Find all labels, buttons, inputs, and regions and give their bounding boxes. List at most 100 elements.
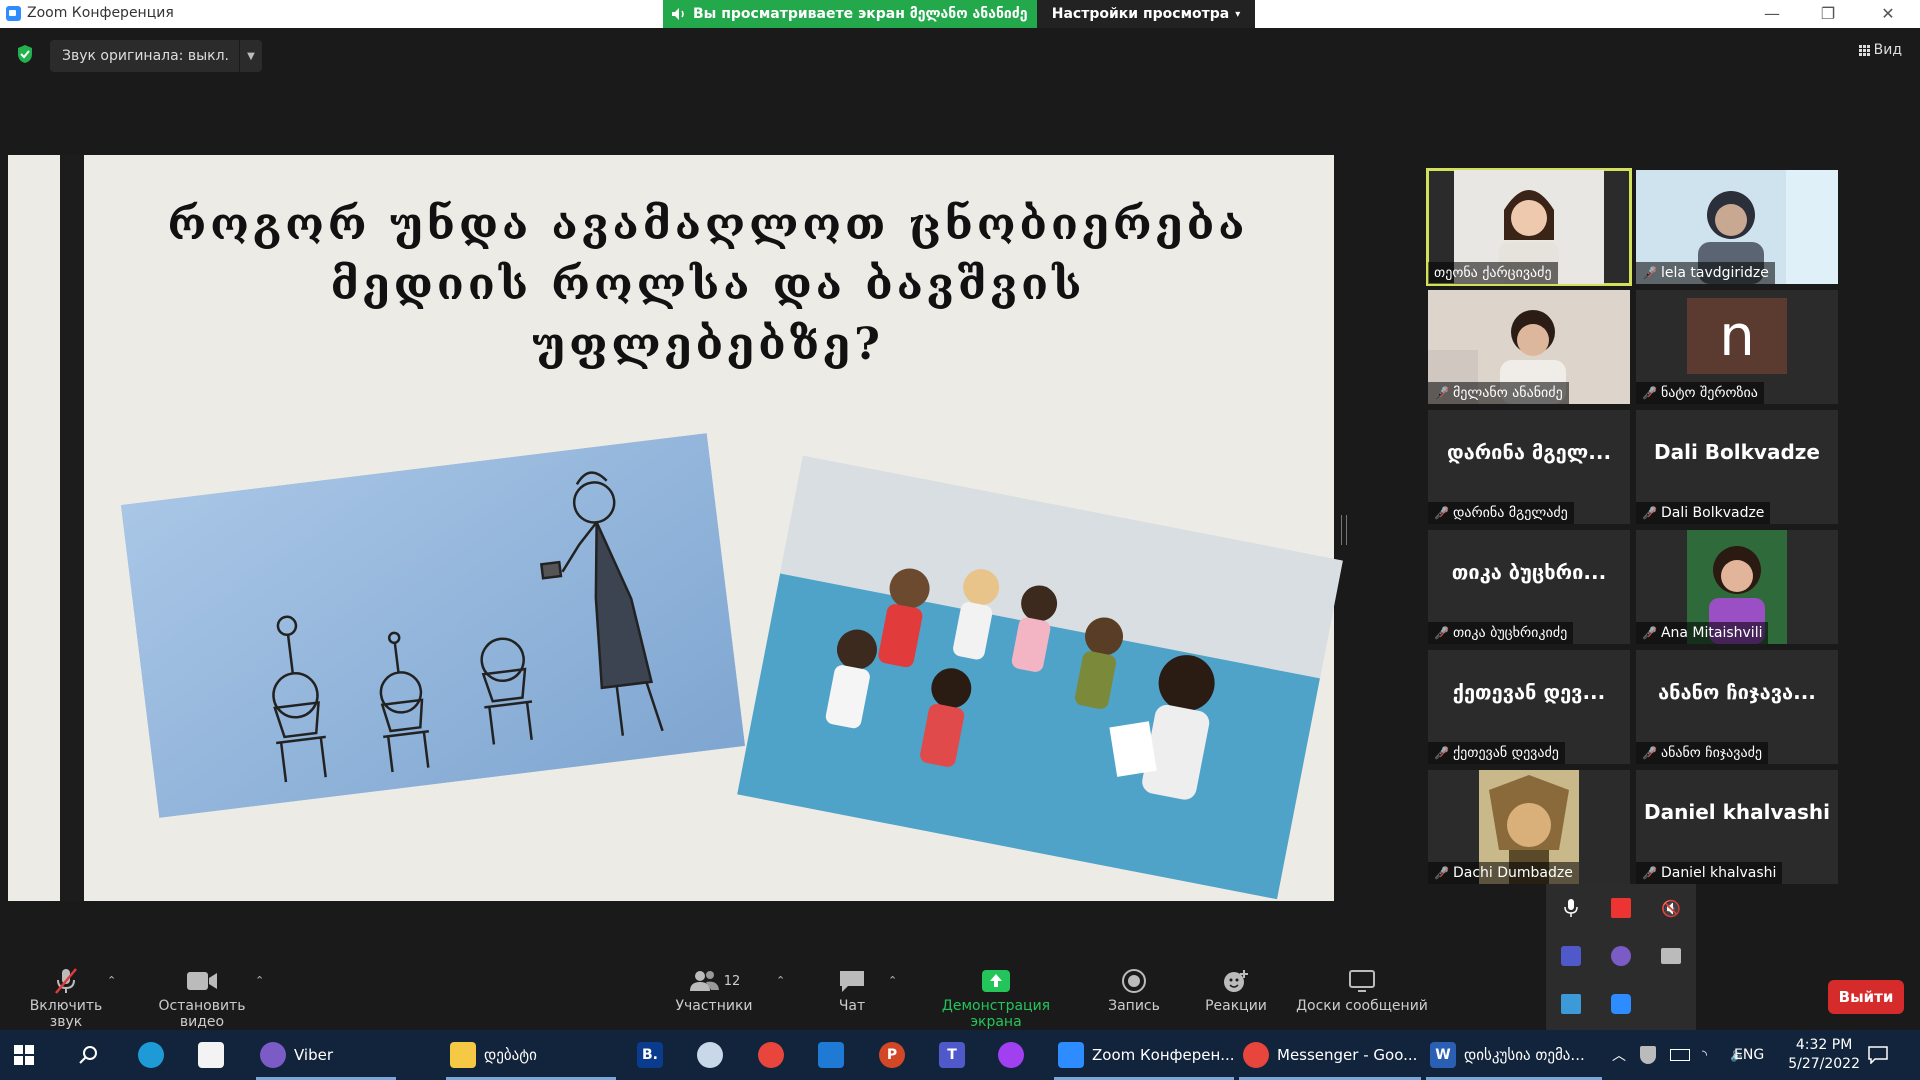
zoom-tray-icon[interactable] (1596, 980, 1646, 1028)
participant-name: თეონა ქარცივაძე (1428, 262, 1558, 284)
teams-tray-icon[interactable] (1546, 932, 1596, 980)
title-bar: Zoom Конференция Вы просматриваете экран… (0, 0, 1920, 28)
participant-tile[interactable]: თიკა ბუცხრი... 🎤̸ თიკა ბუცხრიკიძე (1428, 530, 1630, 644)
word-icon: W (1430, 1042, 1456, 1068)
powerpoint-button[interactable]: P (879, 1030, 905, 1080)
reactions-icon (1224, 970, 1248, 992)
chevron-up-icon[interactable]: ⌃ (255, 974, 264, 987)
slide-decor-bar (70, 155, 84, 901)
chevron-up-icon[interactable]: ⌃ (776, 974, 785, 987)
microphone-icon[interactable] (1546, 884, 1596, 932)
participant-name: 🎤̸ lela tavdgiridze (1636, 262, 1775, 284)
chat-icon (840, 971, 864, 992)
video-camera-icon (187, 972, 217, 990)
unmute-button[interactable]: Включить звук (12, 964, 120, 1030)
participant-tile[interactable]: 🎤̸ Dachi Dumbadze (1428, 770, 1630, 884)
tray-overflow-button[interactable]: ︿ (1612, 1030, 1626, 1080)
taskbar-viber-label: Viber (294, 1046, 334, 1064)
view-button[interactable]: Вид (1858, 42, 1902, 58)
participant-tile[interactable]: Daniel khalvashi 🎤̸ Daniel khalvashi (1636, 770, 1838, 884)
security-shield-icon[interactable] (16, 44, 34, 64)
record-button[interactable]: Запись (1102, 964, 1166, 1014)
mic-muted-icon: 🎤̸ (1642, 746, 1657, 760)
participants-count: 12 (723, 973, 741, 989)
participant-name: 🎤̸ ნატო შეროზია (1636, 382, 1764, 404)
participant-tile[interactable]: n 🎤̸ ნატო შეროზია (1636, 290, 1838, 404)
slide-title-line: როგორ უნდა ავამაღლოთ ცნობიერება (167, 199, 1249, 250)
windows-taskbar: Viber დებატი B. P T Zoom Конферен... Mes… (0, 1030, 1920, 1080)
security-tray-icon[interactable] (1640, 1030, 1656, 1080)
taskbar-chrome[interactable]: Messenger - Goo... (1235, 1030, 1425, 1080)
participant-tile[interactable]: დარინა მგელ... 🎤̸ დარინა მგელაძე (1428, 410, 1630, 524)
whiteboards-button[interactable]: Доски сообщений (1294, 964, 1430, 1014)
notifications-button[interactable] (1868, 1030, 1888, 1080)
snipping-tray-icon[interactable] (1646, 932, 1696, 980)
taskbar-zoom[interactable]: Zoom Конферен... (1050, 1030, 1238, 1080)
store-button[interactable] (198, 1030, 224, 1080)
participants-button[interactable]: 12 Участники (672, 964, 756, 1014)
window-title: Zoom Конференция (27, 5, 174, 21)
battery-icon[interactable] (1670, 1030, 1690, 1080)
participant-name: 🎤̸ Ana Mitaishvili (1636, 622, 1769, 644)
record-label: Запись (1108, 998, 1160, 1014)
panel-resize-handle[interactable] (1341, 515, 1347, 545)
participant-tile[interactable]: 🎤̸ მელანო ანანიძე (1428, 290, 1630, 404)
share-screen-button[interactable]: Демонстрация экрана (916, 964, 1076, 1030)
edge-button[interactable] (138, 1030, 164, 1080)
taskbar-word-label: დისკუსია თემა... (1464, 1046, 1585, 1064)
mic-muted-icon: 🎤̸ (1642, 506, 1657, 520)
taskbar-folder[interactable]: დებატი (442, 1030, 620, 1080)
language-indicator[interactable]: ENG (1734, 1030, 1764, 1080)
view-label: Вид (1873, 42, 1902, 58)
participant-tile[interactable]: თეონა ქარცივაძე (1426, 168, 1632, 286)
stop-video-button[interactable]: Остановить видео (137, 964, 267, 1030)
speaker-muted-icon[interactable]: 🔇 (1646, 884, 1696, 932)
viber-icon (260, 1042, 286, 1068)
taskbar-word[interactable]: W დისკუსია თემა... (1422, 1030, 1606, 1080)
chevron-up-icon[interactable]: ⌃ (888, 974, 897, 987)
participants-icon (689, 971, 719, 991)
mic-muted-icon: 🎤̸ (1642, 266, 1657, 280)
participant-tile[interactable]: ქეთევან დევ... 🎤̸ ქეთევან დევაძე (1428, 650, 1630, 764)
participant-name: 🎤̸ მელანო ანანიძე (1428, 382, 1569, 404)
participant-name: 🎤̸ Dachi Dumbadze (1428, 862, 1579, 884)
messenger-button[interactable] (998, 1030, 1024, 1080)
search-button[interactable] (78, 1030, 98, 1080)
wifi-icon[interactable]: ◝ (1702, 1030, 1707, 1080)
participant-tile[interactable]: 🎤̸ lela tavdgiridze (1636, 170, 1838, 284)
leave-button[interactable]: Выйти (1828, 980, 1904, 1014)
minimize-button[interactable]: — (1752, 4, 1792, 23)
system-tray-overflow: 🔇 (1546, 884, 1696, 1030)
chevron-up-icon[interactable]: ⌃ (107, 974, 116, 987)
participant-tile[interactable]: Dali Bolkvadze 🎤̸ Dali Bolkvadze (1636, 410, 1838, 524)
network-tray-icon[interactable] (1546, 980, 1596, 1028)
view-settings-button[interactable]: Настройки просмотра ▾ (1037, 0, 1255, 28)
teams-button[interactable]: T (939, 1030, 965, 1080)
slide-decor-bar (60, 155, 70, 901)
booking-button[interactable]: B. (637, 1030, 663, 1080)
participant-tile[interactable]: 🎤̸ Ana Mitaishvili (1636, 530, 1838, 644)
participant-name: 🎤̸ Dali Bolkvadze (1636, 502, 1771, 524)
reactions-button[interactable]: Реакции (1198, 964, 1274, 1014)
chevron-down-icon[interactable]: ▼ (239, 40, 262, 72)
mail-icon (818, 1042, 844, 1068)
close-button[interactable]: ✕ (1868, 4, 1908, 23)
mail-button[interactable] (818, 1030, 844, 1080)
chevron-down-icon: ▾ (1235, 8, 1241, 20)
zoom-icon (1058, 1042, 1084, 1068)
chat-button[interactable]: Чат (826, 964, 878, 1014)
original-sound-toggle[interactable]: Звук оригинала: выкл. ▼ (50, 40, 263, 72)
chrome-button[interactable] (758, 1030, 784, 1080)
system-clock[interactable]: 4:32 PM 5/27/2022 (1788, 1036, 1860, 1074)
viber-tray-icon[interactable] (1596, 932, 1646, 980)
restore-button[interactable]: ❐ (1808, 4, 1848, 23)
participant-display-name: ანანო ჩიჯავა... (1658, 680, 1816, 704)
unmute-label: Включить звук (29, 998, 103, 1030)
anydesk-icon[interactable] (1596, 884, 1646, 932)
whiteboards-label: Доски сообщений (1296, 998, 1428, 1014)
participant-tile[interactable]: ანანო ჩიჯავა... 🎤̸ ანანო ჩიჯავაძე (1636, 650, 1838, 764)
paint-button[interactable] (697, 1030, 723, 1080)
start-button[interactable] (14, 1030, 34, 1080)
mic-muted-icon: 🎤̸ (1642, 626, 1657, 640)
taskbar-viber[interactable]: Viber (252, 1030, 400, 1080)
